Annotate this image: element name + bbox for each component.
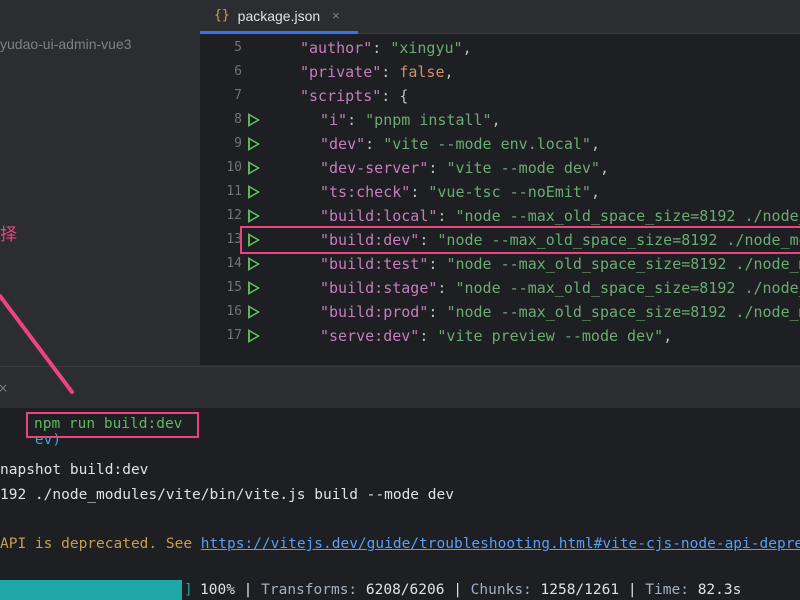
- annotation-arrow: [0, 294, 74, 394]
